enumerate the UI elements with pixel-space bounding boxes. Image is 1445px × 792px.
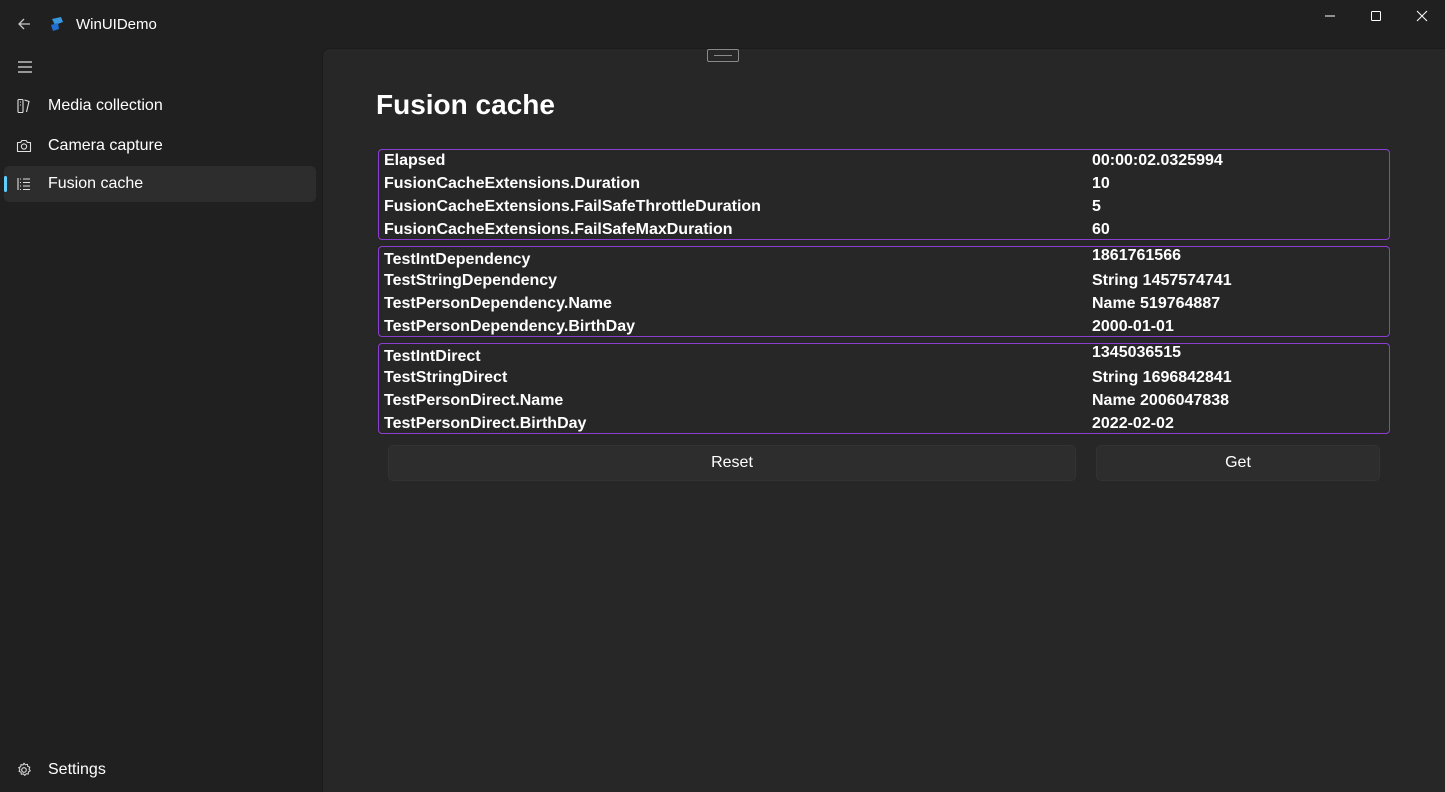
row-value: Name 519764887 (1092, 295, 1221, 312)
key-value-row: FusionCacheExtensions.FailSafeThrottleDu… (384, 198, 1384, 221)
row-key: TestPersonDirect.BirthDay (384, 415, 587, 432)
nav-item-settings[interactable]: Settings (4, 752, 316, 788)
hamburger-icon (18, 61, 32, 73)
row-value: 00:00:02.0325994 (1092, 152, 1223, 169)
title-bar: WinUIDemo (0, 0, 1445, 48)
back-button[interactable] (10, 10, 38, 38)
nav-item-media-collection[interactable]: Media collection (4, 88, 316, 124)
row-value: Name 2006047838 (1092, 392, 1230, 409)
row-key: FusionCacheExtensions.FailSafeMaxDuratio… (384, 221, 733, 238)
row-value: 1861761566 (1092, 247, 1181, 264)
nav-item-label: Camera capture (48, 137, 163, 154)
key-value-row: TestIntDependency 1861761566 (384, 247, 1384, 272)
row-key: TestIntDependency (384, 251, 531, 268)
row-value: 2022-02-02 (1092, 415, 1174, 432)
app-window: WinUIDemo Media collection Camera captur… (0, 0, 1445, 792)
settings-group: Elapsed 00:00:02.0325994 FusionCacheExte… (378, 149, 1390, 240)
media-icon (17, 98, 30, 114)
nav-item-fusion-cache[interactable]: Fusion cache (4, 166, 316, 202)
close-button[interactable] (1399, 0, 1445, 32)
key-value-row: TestStringDirect String 1696842841 (384, 369, 1384, 392)
nav-item-label: Settings (48, 761, 106, 778)
key-value-row: Elapsed 00:00:02.0325994 (384, 152, 1384, 175)
key-value-row: TestIntDirect 1345036515 (384, 344, 1384, 369)
maximize-icon (1371, 11, 1381, 21)
row-value: 1345036515 (1092, 344, 1181, 361)
reset-button[interactable]: Reset (388, 445, 1076, 481)
app-logo-icon (51, 17, 63, 31)
content-frame: Fusion cache Elapsed 00:00:02.0325994 Fu… (322, 48, 1445, 792)
navigation-pane: Media collection Camera capture Fusion c… (0, 48, 322, 792)
minimize-button[interactable] (1307, 0, 1353, 32)
key-value-row: TestPersonDirect.Name Name 2006047838 (384, 392, 1384, 415)
key-value-row: TestStringDependency String 1457574741 (384, 272, 1384, 295)
row-value: String 1696842841 (1092, 369, 1232, 386)
row-value: 60 (1092, 221, 1110, 238)
key-value-row: TestPersonDependency.BirthDay 2000-01-01 (384, 318, 1384, 341)
row-key: Elapsed (384, 152, 446, 169)
app-title: WinUIDemo (76, 16, 157, 33)
key-value-row: FusionCacheExtensions.FailSafeMaxDuratio… (384, 221, 1384, 244)
page-title: Fusion cache (376, 89, 555, 120)
gear-icon (18, 762, 31, 776)
nav-item-label: Media collection (48, 97, 163, 114)
selection-indicator (4, 176, 7, 192)
key-value-row: TestPersonDependency.Name Name 519764887 (384, 295, 1384, 318)
get-button[interactable]: Get (1096, 445, 1380, 481)
row-key: TestPersonDirect.Name (384, 392, 564, 409)
row-value: 5 (1092, 198, 1101, 215)
maximize-button[interactable] (1353, 0, 1399, 32)
row-value: String 1457574741 (1092, 272, 1232, 289)
row-key: TestStringDirect (384, 369, 508, 386)
drag-grip-handle[interactable] (707, 49, 739, 62)
camera-icon (16, 139, 32, 153)
key-value-row: FusionCacheExtensions.Duration 10 (384, 175, 1384, 198)
row-key: FusionCacheExtensions.FailSafeThrottleDu… (384, 198, 761, 215)
nav-toggle-button[interactable] (10, 52, 40, 82)
row-key: TestStringDependency (384, 272, 558, 289)
dependency-group: TestIntDependency 1861761566 TestStringD… (378, 246, 1390, 337)
nav-item-camera-capture[interactable]: Camera capture (4, 128, 316, 164)
direct-group: TestIntDirect 1345036515 TestStringDirec… (378, 343, 1390, 434)
row-key: TestPersonDependency.Name (384, 295, 612, 312)
list-icon (17, 178, 30, 191)
nav-item-label: Fusion cache (48, 175, 144, 192)
row-value: 10 (1092, 175, 1110, 192)
close-icon (1416, 10, 1428, 22)
row-key: TestPersonDependency.BirthDay (384, 318, 636, 335)
back-arrow-icon (18, 18, 30, 30)
row-key: FusionCacheExtensions.Duration (384, 175, 641, 192)
key-value-row: TestPersonDirect.BirthDay 2022-02-02 (384, 415, 1384, 438)
row-key: TestIntDirect (384, 348, 481, 365)
row-value: 2000-01-01 (1092, 318, 1174, 335)
minimize-icon (1325, 15, 1335, 17)
